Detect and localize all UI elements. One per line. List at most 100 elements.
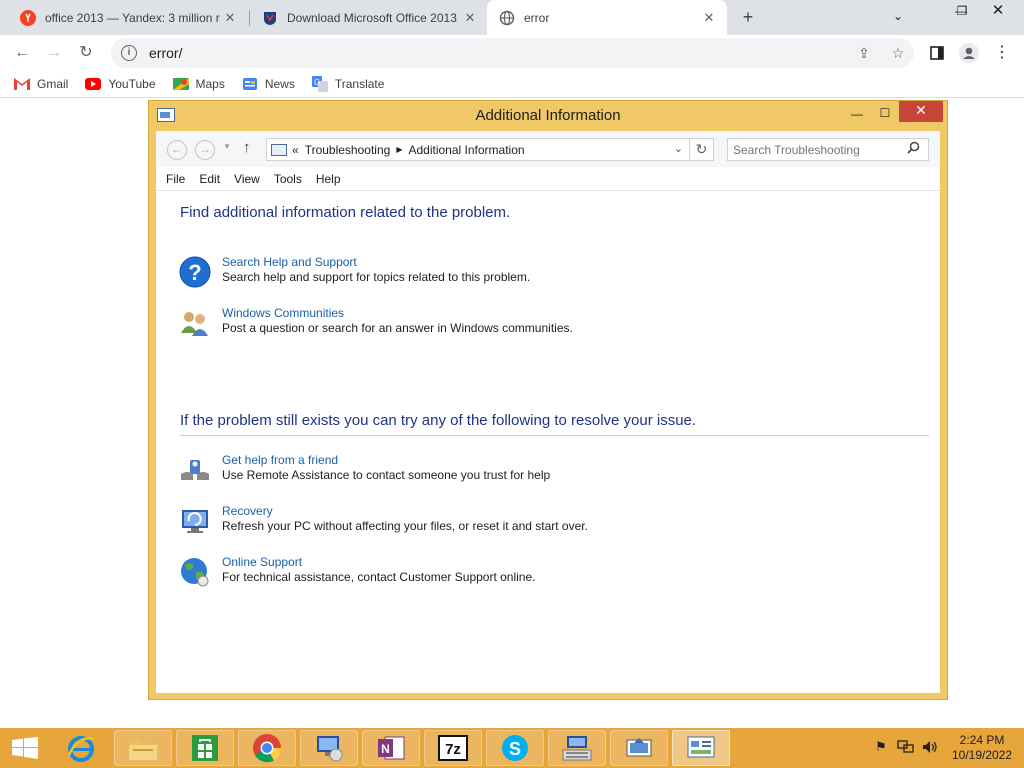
onenote-letter: N	[381, 742, 390, 756]
breadcrumb-item-additional-information[interactable]: Additional Information	[408, 143, 524, 157]
tab-error[interactable]: error ✕	[487, 0, 727, 35]
recent-locations-chevron-icon[interactable]: ▼	[223, 142, 231, 151]
close-window-button[interactable]: ✕	[899, 101, 943, 122]
skype-icon[interactable]: S	[486, 730, 544, 766]
youtube-icon	[85, 76, 102, 92]
start-windows-icon[interactable]	[12, 737, 38, 759]
globe-support-icon	[178, 555, 212, 589]
maps-icon	[172, 76, 189, 92]
maximize-icon[interactable]: ☐	[871, 104, 899, 125]
file-explorer-icon[interactable]	[114, 730, 172, 766]
shield-favicon-icon	[262, 10, 278, 26]
tab-yandex[interactable]: office 2013 — Yandex: 3 million r ✕	[8, 0, 248, 35]
search-help-support-item[interactable]: ? Search Help and Support Search help an…	[178, 255, 878, 289]
forward-arrow-icon[interactable]: →	[41, 40, 67, 66]
chevron-right-icon[interactable]: ▶	[396, 145, 402, 154]
breadcrumb[interactable]: « Troubleshooting ▶ Additional Informati…	[266, 138, 690, 161]
content-pane: Find additional information related to t…	[156, 191, 940, 693]
profile-avatar-icon[interactable]	[956, 40, 982, 66]
browser-tab-strip: office 2013 — Yandex: 3 million r ✕ Down…	[0, 0, 1024, 35]
control-panel-icon	[271, 143, 287, 156]
on-screen-keyboard-icon[interactable]	[548, 730, 606, 766]
bookmark-label: Translate	[334, 77, 385, 91]
menu-file[interactable]: File	[166, 172, 185, 186]
people-icon	[178, 306, 212, 340]
side-panel-icon[interactable]	[924, 40, 950, 66]
7zip-icon[interactable]: 7z	[424, 730, 482, 766]
control-panel-taskbar-icon[interactable]	[672, 730, 730, 766]
translate-icon: G	[311, 76, 328, 92]
search-input[interactable]	[727, 138, 929, 161]
bookmarks-bar: Gmail YouTube Maps News G Translate	[0, 71, 1024, 98]
internet-explorer-icon[interactable]	[52, 730, 110, 766]
close-tab-icon[interactable]: ✕	[701, 10, 717, 26]
tab-title: Download Microsoft Office 2013	[287, 10, 457, 25]
chevron-down-icon[interactable]: ⌄	[674, 142, 683, 155]
close-tab-icon[interactable]: ✕	[222, 10, 238, 26]
tab-title: office 2013 — Yandex: 3 million r	[45, 10, 220, 25]
window-title: Additional Information	[475, 107, 621, 124]
tab-download-office[interactable]: Download Microsoft Office 2013 ✕	[250, 0, 488, 35]
bookmark-maps[interactable]: Maps	[172, 76, 225, 92]
window-title-bar[interactable]: Additional Information — ☐ ✕	[149, 101, 947, 131]
bookmark-gmail[interactable]: Gmail	[14, 76, 68, 92]
recovery-item[interactable]: Recovery Refresh your PC without affecti…	[178, 504, 878, 538]
bookmark-star-icon[interactable]: ☆	[885, 38, 911, 68]
menu-view[interactable]: View	[234, 172, 260, 186]
remote-desktop-icon[interactable]	[300, 730, 358, 766]
menu-tools[interactable]: Tools	[274, 172, 302, 186]
address-text[interactable]: error/	[149, 45, 182, 61]
additional-information-window: Additional Information — ☐ ✕ ← → ▼ ↑ « T…	[148, 100, 948, 700]
windows-communities-item[interactable]: Windows Communities Post a question or s…	[178, 306, 878, 340]
network-icon[interactable]	[897, 739, 915, 757]
online-support-item[interactable]: Online Support For technical assistance,…	[178, 555, 878, 589]
volume-icon[interactable]	[921, 739, 939, 757]
store-icon[interactable]	[176, 730, 234, 766]
info-icon[interactable]: i	[121, 45, 137, 61]
svg-text:?: ?	[188, 260, 201, 285]
item-description: Refresh your PC without affecting your f…	[222, 519, 588, 533]
menu-help[interactable]: Help	[316, 172, 341, 186]
close-window-icon[interactable]: ✕	[980, 0, 1016, 24]
restore-window-icon[interactable]: ❐	[944, 0, 980, 24]
reload-icon[interactable]: ↻	[73, 40, 99, 66]
search-icon[interactable]	[905, 141, 921, 157]
search-help-support-link[interactable]: Search Help and Support	[222, 255, 357, 269]
close-tab-icon[interactable]: ✕	[462, 10, 478, 26]
section-divider	[180, 435, 929, 436]
system-settings-icon[interactable]	[610, 730, 668, 766]
onenote-icon[interactable]: N	[362, 730, 420, 766]
action-center-flag-icon[interactable]: ⚑	[872, 739, 890, 757]
recovery-icon	[178, 504, 212, 538]
forward-arrow-icon[interactable]: →	[195, 140, 215, 160]
skype-letter: S	[509, 739, 521, 759]
bookmark-youtube[interactable]: YouTube	[85, 76, 156, 92]
yandex-icon	[20, 9, 36, 26]
get-help-from-friend-link[interactable]: Get help from a friend	[222, 453, 338, 467]
back-arrow-icon[interactable]: ←	[9, 40, 35, 66]
back-arrow-icon[interactable]: ←	[167, 140, 187, 160]
chrome-icon[interactable]	[238, 730, 296, 766]
menu-edit[interactable]: Edit	[199, 172, 220, 186]
tab-search-chevron-icon[interactable]: ⌄	[880, 5, 916, 29]
windows-communities-link[interactable]: Windows Communities	[222, 306, 344, 320]
minimize-icon[interactable]: —	[843, 105, 871, 126]
bookmark-translate[interactable]: G Translate	[311, 76, 385, 92]
menu-kebab-icon[interactable]: ⋮	[989, 40, 1015, 66]
get-help-from-friend-item[interactable]: Get help from a friend Use Remote Assist…	[178, 453, 878, 487]
breadcrumb-overflow[interactable]: «	[292, 143, 299, 157]
bookmark-label: Maps	[195, 77, 225, 91]
share-icon[interactable]: ⇪	[851, 38, 877, 68]
online-support-link[interactable]: Online Support	[222, 555, 302, 569]
recovery-link[interactable]: Recovery	[222, 504, 273, 518]
menu-bar: File Edit View Tools Help	[156, 167, 940, 191]
refresh-icon[interactable]: ↻	[690, 138, 714, 161]
address-bar[interactable]: i error/ ⇪ ☆	[111, 38, 914, 68]
up-arrow-icon[interactable]: ↑	[243, 139, 251, 156]
bookmark-label: News	[264, 77, 295, 91]
breadcrumb-item-troubleshooting[interactable]: Troubleshooting	[305, 143, 391, 157]
bookmark-news[interactable]: News	[242, 76, 295, 92]
new-tab-button[interactable]: +	[737, 7, 759, 29]
system-clock[interactable]: 2:24 PM 10/19/2022	[946, 733, 1018, 763]
globe-icon	[499, 10, 515, 26]
